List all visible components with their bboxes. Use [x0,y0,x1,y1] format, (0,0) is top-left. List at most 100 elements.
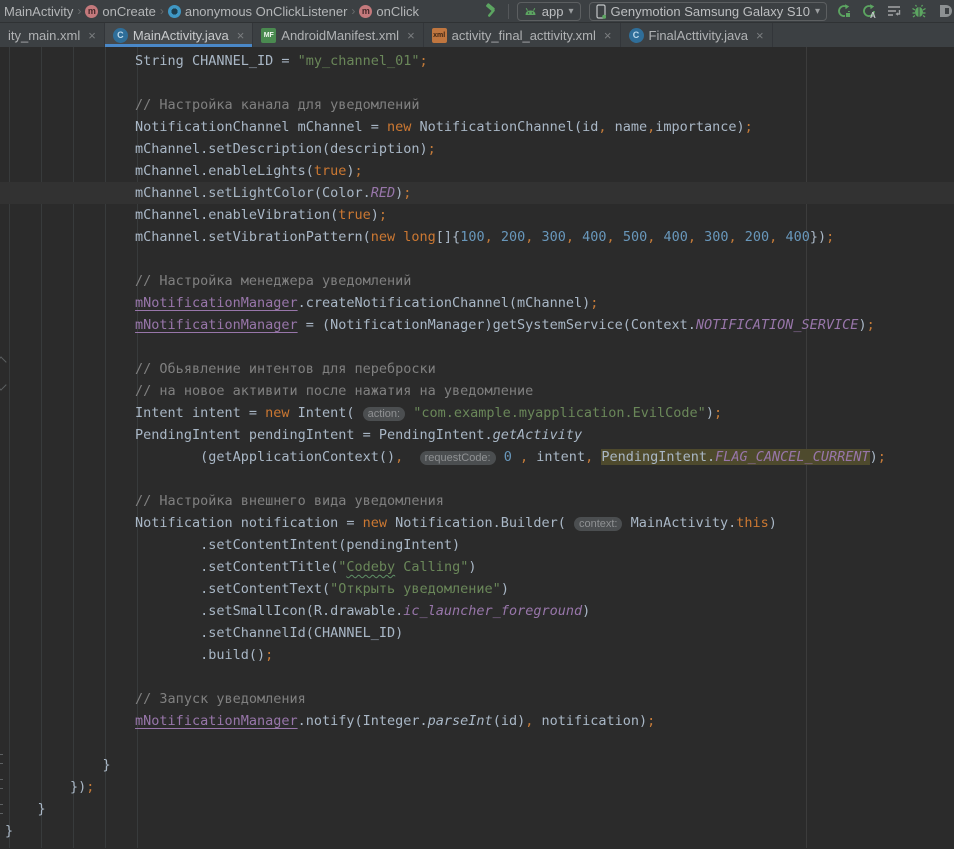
code-token: 500 [623,229,647,245]
code-token: Calling" [395,559,468,575]
code-token: } [103,757,111,773]
profiler-icon[interactable] [935,3,952,20]
code-line[interactable]: // Настройка канала для уведомлений [0,94,954,116]
code-token: ) [582,603,590,619]
device-selector[interactable]: Genymotion Samsung Galaxy S10 ▾ [589,2,827,21]
code-token: } [38,801,46,817]
code-line[interactable]: Intent intent = new Intent( action: "com… [0,402,954,424]
code-line[interactable]: mNotificationManager = (NotificationMana… [0,314,954,336]
code-line[interactable]: PendingIntent pendingIntent = PendingInt… [0,424,954,446]
tab-close-icon[interactable]: × [88,28,96,43]
code-token: RED [371,185,395,201]
code-token: // на новое активити после нажатия на ув… [135,383,533,399]
code-line[interactable]: .setChannelId(CHANNEL_ID) [0,622,954,644]
tab-activity_final_acttivity.xml[interactable]: xmlactivity_final_acttivity.xml× [424,23,621,47]
code-indent [5,317,135,333]
apply-code-changes-icon[interactable]: A [860,3,877,20]
tab-AndroidManifest.xml[interactable]: MF AndroidManifest.xml × [253,23,423,47]
manifest-icon: MF [261,28,276,43]
code-token: , [647,229,663,245]
code-line[interactable] [0,72,954,94]
code-line[interactable] [0,248,954,270]
code-line[interactable]: mNotificationManager.notify(Integer.pars… [0,710,954,732]
code-line[interactable]: mChannel.setDescription(description); [0,138,954,160]
code-line[interactable]: // Настройка менеджера уведомлений [0,270,954,292]
code-line[interactable]: (getApplicationContext(), requestCode: 0… [0,446,954,468]
build-hammer-icon[interactable] [483,3,500,20]
method-icon: m [85,5,98,18]
code-line[interactable]: mChannel.enableVibration(true); [0,204,954,226]
debug-bug-icon[interactable] [910,3,927,20]
code-token: .setContentText( [200,581,330,597]
code-token: getActivity [493,427,582,443]
code-line[interactable]: .setSmallIcon(R.drawable.ic_launcher_for… [0,600,954,622]
code-line[interactable]: // Настройка внешнего вида уведомления [0,490,954,512]
code-line[interactable]: mChannel.setLightColor(Color.RED); [0,182,954,204]
code-line[interactable]: mNotificationManager.createNotificationC… [0,292,954,314]
code-token: mChannel.setDescription(description) [135,141,428,157]
run-configuration-selector[interactable]: app ▾ [517,2,581,21]
code-token: .createNotificationChannel(mChannel) [298,295,591,311]
code-line[interactable]: .build(); [0,644,954,666]
code-line[interactable]: } [0,820,954,842]
code-token: ) [371,207,379,223]
code-token: notification) [533,713,647,729]
code-token: parseInt [428,713,493,729]
code-indent [5,53,135,69]
code-token: ; [878,449,886,465]
code-line[interactable] [0,732,954,754]
code-token: ; [826,229,834,245]
attach-debugger-icon[interactable] [885,3,902,20]
android-icon [524,7,537,16]
code-line[interactable]: .setContentTitle("Codeby Calling") [0,556,954,578]
code-token: ) [468,559,476,575]
code-line[interactable]: } [0,798,954,820]
tab-close-icon[interactable]: × [604,28,612,43]
code-token: , [566,229,582,245]
code-line[interactable]: // Запуск уведомления [0,688,954,710]
code-token: ) [501,581,509,597]
breadcrumb-item[interactable]: monCreate [83,4,157,19]
tab-ity_main.xml[interactable]: ity_main.xml× [0,23,105,47]
code-line[interactable]: // на новое активити после нажатия на ув… [0,380,954,402]
breadcrumb-item-label: onClick [376,4,419,19]
code-token: true [314,163,347,179]
code-token: Intent intent = [135,405,265,421]
code-editor[interactable]: String CHANNEL_ID = "my_channel_01"; // … [0,47,954,848]
code-line[interactable]: mChannel.setVibrationPattern(new long[]{… [0,226,954,248]
breadcrumb-item[interactable]: anonymous OnClickListener [166,4,350,19]
tab-MainActivity.java[interactable]: CMainActivity.java× [105,23,253,47]
tab-close-icon[interactable]: × [407,28,415,43]
code-line[interactable]: } [0,754,954,776]
code-indent [5,691,135,707]
code-line[interactable]: // Обьявление интентов для переброски [0,358,954,380]
code-token: , [729,229,745,245]
code-line[interactable]: .setContentText("Открыть уведомление") [0,578,954,600]
code-line[interactable]: mChannel.enableLights(true); [0,160,954,182]
breadcrumb-item[interactable]: MainActivity [2,4,75,19]
code-token: Codeby [346,559,395,575]
code-content: String CHANNEL_ID = "my_channel_01"; // … [0,47,954,842]
code-indent [5,779,70,795]
code-token: ; [86,779,94,795]
code-line[interactable]: Notification notification = new Notifica… [0,512,954,534]
code-line[interactable] [0,336,954,358]
code-indent [5,273,135,289]
breadcrumb-item[interactable]: monClick [357,4,421,19]
code-line[interactable]: }); [0,776,954,798]
code-line[interactable] [0,468,954,490]
code-line[interactable]: NotificationChannel mChannel = new Notif… [0,116,954,138]
code-indent [5,801,38,817]
code-line[interactable]: String CHANNEL_ID = "my_channel_01"; [0,50,954,72]
apply-changes-restart-icon[interactable] [835,3,852,20]
code-token: ic_launcher_foreground [403,603,582,619]
tab-FinalActtivity.java[interactable]: CFinalActtivity.java× [621,23,773,47]
code-line[interactable] [0,666,954,688]
code-line[interactable]: .setContentIntent(pendingIntent) [0,534,954,556]
code-token: ) [769,515,777,531]
code-indent [5,581,200,597]
tab-close-icon[interactable]: × [756,28,764,43]
tab-label: AndroidManifest.xml [281,28,399,43]
tab-close-icon[interactable]: × [237,28,245,43]
code-token: mNotificationManager [135,295,298,311]
